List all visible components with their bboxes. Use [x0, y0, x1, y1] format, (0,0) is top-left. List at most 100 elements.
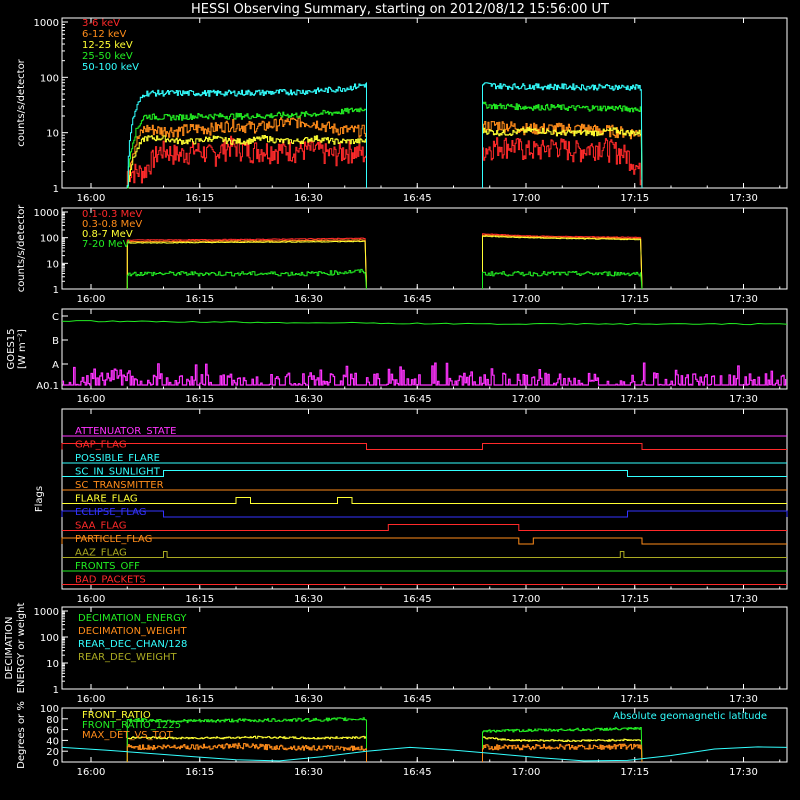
- goes-xtick-label: 16:45: [403, 394, 432, 405]
- hi-energy-series-line: [482, 233, 643, 290]
- flags-xtick-label: 17:00: [512, 594, 541, 605]
- flags-row-label: ECLIPSE_FLAG: [75, 507, 146, 518]
- lo-energy-xtick-label: 16:30: [294, 193, 323, 204]
- hi-energy-ytick-label: 1: [53, 285, 59, 296]
- decimation-xtick-label: 16:45: [403, 694, 432, 705]
- decimation-legend-entry: REAR_DEC_WEIGHT: [78, 652, 177, 663]
- lo-energy-series-line: [482, 137, 643, 189]
- hi-energy-xtick-label: 16:30: [294, 294, 323, 305]
- goes-xtick-label: 17:15: [620, 394, 649, 405]
- ratios-series-line: [482, 736, 643, 763]
- decimation-xtick-label: 17:15: [620, 694, 649, 705]
- hi-energy-ytick-label: 10: [46, 259, 59, 270]
- ratios-xtick-label: 16:15: [185, 767, 214, 778]
- flags-row-trace: [61, 510, 788, 518]
- hi-energy-xtick-label: 17:30: [729, 294, 758, 305]
- flags-row-label: AAZ_FLAG: [75, 548, 127, 559]
- hi-energy-xtick-label: 16:00: [77, 294, 106, 305]
- flags-row-trace: [62, 524, 787, 531]
- ratios-ytick-label: 100: [40, 704, 59, 715]
- decimation-xtick-label: 17:30: [729, 694, 758, 705]
- ratios-xtick-label: 17:30: [729, 767, 758, 778]
- flags-row-trace: [62, 470, 787, 477]
- lo-energy-ytick-label: 1: [53, 184, 59, 195]
- decimation-ytick-label: 10: [46, 659, 59, 670]
- ratios-ytick-label: 60: [46, 726, 59, 737]
- ratios-xtick-label: 17:15: [620, 767, 649, 778]
- flags-row-label: SC_TRANSMITTER: [75, 480, 164, 491]
- hi-energy-legend-entry: 7-20 MeV: [82, 239, 130, 250]
- lo-energy-legend-entry: 6-12 keV: [82, 29, 126, 40]
- flags-xtick-label: 17:30: [729, 594, 758, 605]
- hi-energy-series-line: [126, 240, 367, 290]
- hi-energy-series-line: [482, 235, 643, 290]
- hi-energy-series-line: [126, 237, 367, 290]
- lo-energy-ylabel: counts/s/detector: [16, 58, 27, 146]
- flags-xtick-label: 17:15: [620, 594, 649, 605]
- ratios-ylabel: Degrees or %: [16, 701, 27, 769]
- goes-xtick-label: 17:00: [512, 394, 541, 405]
- lo-energy-xtick-label: 16:00: [77, 193, 106, 204]
- decimation-xtick-label: 16:15: [185, 694, 214, 705]
- hi-energy-xtick-label: 17:00: [512, 294, 541, 305]
- decimation-xtick-label: 17:00: [512, 694, 541, 705]
- lo-energy-xtick-label: 17:15: [620, 193, 649, 204]
- hi-energy-xtick-label: 17:15: [620, 294, 649, 305]
- goes-xtick-label: 16:30: [294, 394, 323, 405]
- hi-energy-ytick-label: 100: [40, 234, 59, 245]
- flags-xtick-label: 16:15: [185, 594, 214, 605]
- hi-energy-ytick-label: 1000: [34, 208, 59, 219]
- hi-energy-xtick-label: 16:45: [403, 294, 432, 305]
- decimation-ytick-label: 1: [53, 685, 59, 696]
- flags-row-label: GAP_FLAG: [75, 440, 127, 451]
- ratios-xtick-label: 16:45: [403, 767, 432, 778]
- goes-ylabel: GOES15: [6, 328, 17, 369]
- decimation-xtick-label: 16:00: [77, 694, 106, 705]
- decimation-legend-entry: REAR_DEC_CHAN/128: [78, 639, 187, 650]
- flags-xtick-label: 16:30: [294, 594, 323, 605]
- flags-row-trace: [61, 443, 787, 450]
- goes-xtick-label: 16:00: [77, 394, 106, 405]
- ratios-xtick-label: 16:00: [77, 767, 106, 778]
- ratios-ytick-label: 80: [46, 715, 59, 726]
- goes-ytick-label: C: [52, 312, 59, 323]
- lo-energy-xtick-label: 17:00: [512, 193, 541, 204]
- decimation-ylabel-2: ENERGY or weight: [16, 603, 27, 694]
- lo-energy-xtick-label: 16:45: [403, 193, 432, 204]
- hi-energy-series-line: [126, 239, 367, 290]
- flags-row-label: SAA_FLAG: [75, 521, 126, 532]
- goes-xtick-label: 17:30: [729, 394, 758, 405]
- lo-energy-xtick-label: 16:15: [185, 193, 214, 204]
- flags-xtick-label: 16:45: [403, 594, 432, 605]
- lo-energy-ytick-label: 1000: [34, 18, 59, 29]
- flags-row-label: FRONTS_OFF: [75, 561, 140, 572]
- flags-row-trace: [62, 497, 787, 504]
- hi-energy-frame: [61, 207, 788, 290]
- decimation-legend-entry: DECIMATION_WEIGHT: [78, 626, 187, 637]
- flags-ylabel: Flags: [34, 486, 45, 512]
- goes-ylabel-units: [W m⁻²]: [17, 329, 28, 369]
- lo-energy-legend-entry: 3-6 keV: [82, 18, 120, 29]
- lo-energy-ytick-label: 100: [40, 73, 59, 84]
- hi-energy-xtick-label: 16:15: [185, 294, 214, 305]
- ratios-series-line: [126, 742, 367, 762]
- hi-energy-series-line: [126, 268, 367, 290]
- decimation-legend-entry: DECIMATION_ENERGY: [78, 613, 187, 624]
- goes-short-channel-line: [62, 362, 787, 386]
- figure-title: HESSI Observing Summary, starting on 201…: [191, 2, 609, 17]
- goes-xtick-label: 16:15: [185, 394, 214, 405]
- decimation-ytick-label: 1000: [34, 607, 59, 618]
- goes-ytick-label: A: [52, 360, 59, 371]
- lo-energy-series-line: [126, 135, 367, 188]
- ratios-xtick-label: 17:00: [512, 767, 541, 778]
- ratios-legend-entry: MAX_DET_VS_TOT: [82, 730, 174, 741]
- flags-row-trace: [61, 537, 787, 545]
- decimation-xtick-label: 16:30: [294, 694, 323, 705]
- goes-ytick-label: A0.1: [36, 381, 59, 392]
- goes-long-channel-line: [61, 320, 788, 326]
- hessi-summary-figure: HESSI Observing Summary, starting on 201…: [0, 0, 800, 800]
- lo-energy-ytick-label: 10: [46, 129, 59, 140]
- figure-canvas: HESSI Observing Summary, starting on 201…: [4, 2, 788, 778]
- panels: 16:00 16:15 16:30 16:45 17:00 17:15 17:30 1 10 10…: [4, 17, 788, 778]
- hi-energy-series-line: [482, 234, 643, 290]
